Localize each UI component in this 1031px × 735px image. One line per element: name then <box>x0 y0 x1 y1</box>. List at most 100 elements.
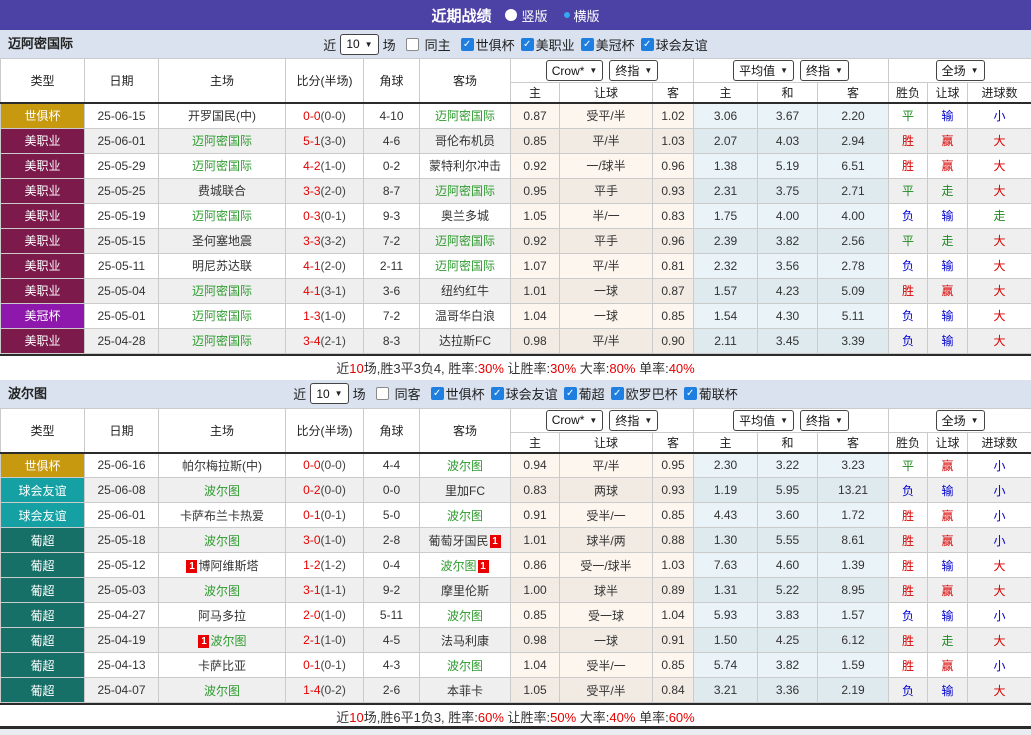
odds-time-select-2[interactable]: 终指▼ <box>800 60 849 81</box>
away-team-name[interactable]: 迈阿密国际 <box>435 184 495 198</box>
result-outcome: 胜 <box>889 528 928 553</box>
radio-vertical[interactable]: 竖版 <box>505 6 547 25</box>
away-team-cell: 温哥华白浪 <box>420 303 511 328</box>
fulltime-score: 3-3 <box>303 234 320 248</box>
league-葡联杯-checkbox[interactable]: ✓ <box>684 387 697 400</box>
home-team-name[interactable]: 迈阿密国际 <box>192 309 252 323</box>
league-世俱杯-checkbox[interactable]: ✓ <box>431 387 444 400</box>
date-cell: 25-06-01 <box>85 128 159 153</box>
result-handicap: 赢 <box>928 453 968 478</box>
result-outcome: 胜 <box>889 653 928 678</box>
home-team-name: 卡萨比亚 <box>198 659 246 673</box>
league-球会友谊-checkbox[interactable]: ✓ <box>641 38 654 51</box>
near-label: 近 <box>293 384 306 403</box>
odds-home: 0.95 <box>511 178 560 203</box>
red-card-badge: 1 <box>198 635 209 648</box>
same-venue-label: 同客 <box>395 384 421 403</box>
odds-home: 0.85 <box>511 603 560 628</box>
away-team-cell: 波尔图 <box>420 453 511 478</box>
odds-handicap: 一球 <box>560 303 653 328</box>
odds-handicap: 受平/半 <box>560 678 653 703</box>
home-team-name[interactable]: 迈阿密国际 <box>192 159 252 173</box>
sub-col-avg-home: 主 <box>694 432 758 453</box>
avg-home: 5.74 <box>694 653 758 678</box>
league-球会友谊-checkbox[interactable]: ✓ <box>491 387 504 400</box>
home-team-name[interactable]: 波尔图 <box>204 584 240 598</box>
away-team-name[interactable]: 波尔图 <box>447 659 483 673</box>
league-欧罗巴杯-label: 欧罗巴杯 <box>626 384 678 403</box>
fulltime-score: 5-1 <box>303 134 320 148</box>
avg-draw: 4.23 <box>758 278 818 303</box>
league-欧罗巴杯-checkbox[interactable]: ✓ <box>611 387 624 400</box>
odds-handicap: 平手 <box>560 228 653 253</box>
away-team-name[interactable]: 波尔图 <box>447 609 483 623</box>
match-type-badge: 葡超 <box>1 578 84 602</box>
match-type-cell: 美职业 <box>1 153 85 178</box>
away-team-name[interactable]: 波尔图 <box>447 459 483 473</box>
avg-draw: 3.56 <box>758 253 818 278</box>
avg-draw: 4.30 <box>758 303 818 328</box>
same-venue-checkbox[interactable] <box>406 38 419 51</box>
home-team-name[interactable]: 波尔图 <box>204 684 240 698</box>
avg-home: 1.19 <box>694 478 758 503</box>
away-team-name[interactable]: 迈阿密国际 <box>435 234 495 248</box>
odds-handicap: 一/球半 <box>560 153 653 178</box>
away-team-name[interactable]: 迈阿密国际 <box>435 259 495 273</box>
summary-segment: 40% <box>669 361 695 376</box>
team-name: 迈阿密国际 <box>8 30 73 58</box>
away-team-cell: 迈阿密国际 <box>420 178 511 203</box>
league-美冠杯-checkbox[interactable]: ✓ <box>581 38 594 51</box>
match-row: 美职业25-05-11明尼苏达联4-1(2-0)2-11迈阿密国际1.07平/半… <box>1 253 1031 278</box>
fulltime-select[interactable]: 全场▼ <box>936 60 985 81</box>
avg-home: 2.30 <box>694 453 758 478</box>
home-team-cell: 迈阿密国际 <box>159 128 286 153</box>
away-team-name[interactable]: 迈阿密国际 <box>435 109 495 123</box>
result-goals: 小 <box>968 453 1031 478</box>
radio-horizontal-icon[interactable] <box>564 12 570 18</box>
odds-handicap: 两球 <box>560 478 653 503</box>
average-select[interactable]: 平均值▼ <box>733 60 794 81</box>
radio-horizontal[interactable]: 横版 <box>564 6 600 25</box>
league-世俱杯-checkbox[interactable]: ✓ <box>461 38 474 51</box>
odds-time-select-2[interactable]: 终指▼ <box>800 410 849 431</box>
odds-handicap: 受平/半 <box>560 103 653 128</box>
col-date: 日期 <box>85 408 159 453</box>
home-team-name[interactable]: 迈阿密国际 <box>192 334 252 348</box>
average-select[interactable]: 平均值▼ <box>733 410 794 431</box>
result-goals: 大 <box>968 328 1031 353</box>
radio-vertical-icon[interactable] <box>505 9 517 21</box>
same-venue-checkbox[interactable] <box>376 387 389 400</box>
odds-handicap: 受半/一 <box>560 653 653 678</box>
fulltime-select[interactable]: 全场▼ <box>936 410 985 431</box>
result-goals: 大 <box>968 153 1031 178</box>
odds-time-select-1[interactable]: 终指▼ <box>609 60 658 81</box>
bookmaker-select[interactable]: Crow*▼ <box>546 410 604 431</box>
home-team-cell: 1波尔图 <box>159 628 286 653</box>
date-cell: 25-05-19 <box>85 203 159 228</box>
match-row: 球会友谊25-06-01卡萨布兰卡热爱0-1(0-1)5-0波尔图0.91受半/… <box>1 503 1031 528</box>
away-team-name[interactable]: 波尔图 <box>440 559 476 573</box>
home-team-name[interactable]: 迈阿密国际 <box>192 284 252 298</box>
match-type-badge: 美职业 <box>1 254 84 278</box>
league-葡超-checkbox[interactable]: ✓ <box>564 387 577 400</box>
radio-vertical-label: 竖版 <box>521 6 547 25</box>
date-cell: 25-05-04 <box>85 278 159 303</box>
match-count-select[interactable]: 10 ▼ <box>310 383 348 404</box>
home-team-name[interactable]: 波尔图 <box>204 484 240 498</box>
home-team-name[interactable]: 波尔图 <box>204 534 240 548</box>
bookmaker-select[interactable]: Crow*▼ <box>546 60 604 81</box>
match-count-select[interactable]: 10 ▼ <box>340 34 378 55</box>
home-team-name[interactable]: 波尔图 <box>210 634 246 648</box>
odds-time-select-1[interactable]: 终指▼ <box>609 410 658 431</box>
odds-home: 0.85 <box>511 128 560 153</box>
score-cell: 2-0(1-0) <box>286 603 364 628</box>
away-team-name[interactable]: 波尔图 <box>447 509 483 523</box>
chevron-down-icon: ▼ <box>589 416 597 425</box>
home-team-name[interactable]: 迈阿密国际 <box>192 209 252 223</box>
col-type: 类型 <box>1 408 85 453</box>
score-cell: 4-2(1-0) <box>286 153 364 178</box>
avg-draw: 3.82 <box>758 653 818 678</box>
match-row: 美职业25-04-28迈阿密国际3-4(2-1)8-3达拉斯FC0.98平/半0… <box>1 328 1031 353</box>
home-team-name[interactable]: 迈阿密国际 <box>192 134 252 148</box>
league-美职业-checkbox[interactable]: ✓ <box>521 38 534 51</box>
